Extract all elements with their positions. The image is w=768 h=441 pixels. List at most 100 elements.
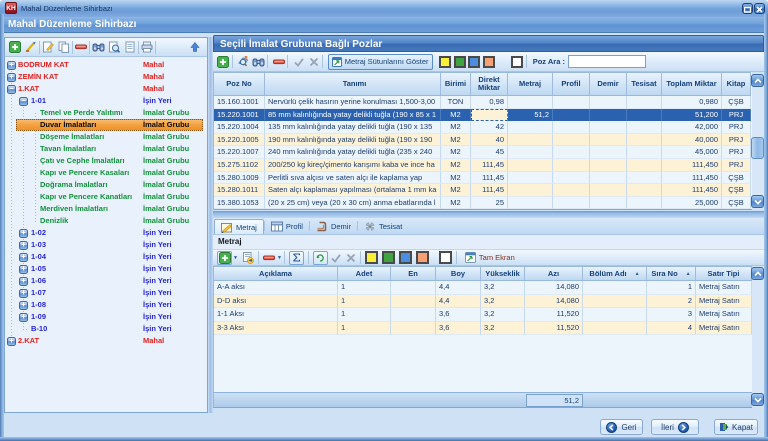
table-cell[interactable]: 135 mm kalınlığında yatay delikli tuğla … [265,121,441,134]
table-cell[interactable]: Perlitli sıva alçısı ve saten alçı ile k… [265,172,441,185]
tree-item-2-kat[interactable]: +2.KATMahal [5,335,207,347]
column-header-toplam-miktar[interactable]: Toplam Miktar [662,73,722,95]
back-button[interactable]: Geri [600,419,643,435]
table-cell[interactable] [553,109,590,122]
table-cell[interactable] [508,172,553,185]
tree-item-1-07[interactable]: +1-07İşin Yeri [5,287,207,299]
table-cell[interactable] [627,184,662,197]
table-cell[interactable]: ÇŞB [722,184,751,197]
table-cell[interactable]: TON [441,96,471,109]
close-wizard-button[interactable]: Kapat [714,419,758,435]
table-cell[interactable] [583,281,647,295]
table-row[interactable]: 1-1 Aksı13,63,211,5203Metraj Satırı [214,308,752,322]
table-cell[interactable]: 111,450 [662,184,722,197]
table-cell[interactable]: 42,000 [662,121,722,134]
poz-search-input[interactable] [568,55,646,68]
table-cell[interactable]: Nervürlü çelik hasırın yerine konulması … [265,96,441,109]
horizontal-splitter[interactable] [213,211,764,218]
table-cell[interactable]: 0,980 [662,96,722,109]
table-cell[interactable]: PRJ [722,159,751,172]
print-preview-icon[interactable] [106,39,122,56]
table-cell[interactable]: 1 [647,281,696,295]
table-cell[interactable]: M2 [441,159,471,172]
table-cell[interactable] [553,184,590,197]
table-cell[interactable]: 1 [338,308,391,322]
table-cell[interactable] [391,308,436,322]
tree-item-1-08[interactable]: +1-08İşin Yeri [5,299,207,311]
table-cell[interactable]: M2 [441,134,471,147]
table-cell[interactable]: 15.220.1004 [214,121,265,134]
table-row[interactable]: 15.380.1053(20 x 25 cm) veya (20 x 30 cm… [214,197,751,210]
pozlar-scrollbar[interactable] [751,73,765,209]
table-cell[interactable]: 200/250 kg kireç/çimento karışımı kaba v… [265,159,441,172]
scroll-down-button[interactable] [751,195,764,208]
table-row[interactable]: 15.220.1007240 mm kalınlığında yatay del… [214,146,751,159]
table-cell[interactable]: M2 [441,197,471,210]
table-cell[interactable]: 40 [471,134,508,147]
table-cell[interactable]: 111,45 [471,159,508,172]
color-swatch-2[interactable] [399,251,412,264]
color-swatch-white[interactable] [511,56,523,68]
table-cell[interactable] [553,121,590,134]
table-cell[interactable]: 51,200 [662,109,722,122]
tree-expand-icon[interactable]: + [19,313,28,322]
table-cell[interactable] [553,96,590,109]
cancel-icon[interactable] [307,53,320,70]
table-cell[interactable]: 3,6 [436,322,481,336]
table-cell[interactable]: 3,6 [436,308,481,322]
table-cell[interactable]: 1 [338,281,391,295]
table-cell[interactable] [508,146,553,159]
table-row[interactable]: 15.275.1102200/250 kg kireç/çimento karı… [214,159,751,172]
table-row[interactable]: 15.220.1005190 mm kalınlığında yatay del… [214,134,751,147]
column-header-poz-no[interactable]: Poz No [214,73,265,95]
table-cell[interactable]: 0,98 [471,96,508,109]
table-cell[interactable]: 111,45 [471,172,508,185]
table-cell[interactable]: (20 x 25 cm) veya (20 x 30 cm) anma ebat… [265,197,441,210]
column-header-sıra-no[interactable]: Sıra No▲ [647,267,696,280]
table-cell[interactable] [590,197,627,210]
color-swatch-1[interactable] [454,56,466,68]
tree-item-1-kat[interactable]: −1.KATMahal [5,83,207,95]
table-cell[interactable]: 4,4 [436,281,481,295]
table-cell[interactable]: D-D aksı [214,295,338,309]
browse-icon[interactable] [237,53,250,70]
table-cell[interactable]: M2 [441,121,471,134]
table-cell[interactable]: 11,520 [525,308,583,322]
table-cell[interactable] [627,197,662,210]
table-cell[interactable] [583,308,647,322]
table-cell[interactable]: PRJ [722,146,751,159]
tree-item-zemi-n-kat[interactable]: +ZEMİN KATMahal [5,71,207,83]
column-header-demir[interactable]: Demir [590,73,627,95]
collapse-up-icon[interactable] [187,39,203,56]
column-header-birimi[interactable]: Birimi [441,73,471,95]
remove-row-icon[interactable] [263,249,276,266]
tree-item-1-03[interactable]: +1-03İşin Yeri [5,239,207,251]
table-cell[interactable]: 14,080 [525,295,583,309]
column-header-en[interactable]: En [391,267,436,280]
table-cell[interactable]: 45,000 [662,146,722,159]
remove-icon[interactable] [273,53,286,70]
tree-expand-icon[interactable]: + [7,73,16,82]
table-cell[interactable]: 85 mm kalınlığında yatay delikli tuğla (… [265,109,441,122]
table-cell[interactable] [590,109,627,122]
column-header-tanımı[interactable]: Tanımı [265,73,441,95]
tree-expand-icon[interactable]: + [19,301,28,310]
column-header-metraj[interactable]: Metraj [508,73,553,95]
table-cell[interactable]: 4 [647,322,696,336]
table-cell[interactable]: 11,520 [525,322,583,336]
tree-item-b-10[interactable]: B-10İşin Yeri [5,323,207,335]
table-cell[interactable]: 1 [338,295,391,309]
show-metraj-columns-button[interactable]: Metraj Sütunlarını Göster [328,54,433,70]
table-cell[interactable]: 3,2 [481,322,525,336]
table-row[interactable]: 15.220.1004135 mm kalınlığında yatay del… [214,121,751,134]
table-cell[interactable] [553,172,590,185]
dropdown-arrow-icon[interactable]: ▼ [233,255,238,261]
table-cell[interactable] [583,322,647,336]
next-button[interactable]: İleri [651,419,699,435]
export-icon[interactable] [240,249,256,266]
table-cell[interactable] [553,134,590,147]
table-cell[interactable]: 51,2 [508,109,553,122]
tab-tesisat[interactable]: Tesisat [358,218,408,234]
tree-item-1-06[interactable]: +1-06İşin Yeri [5,275,207,287]
column-header-açıklama[interactable]: Açıklama [214,267,338,280]
